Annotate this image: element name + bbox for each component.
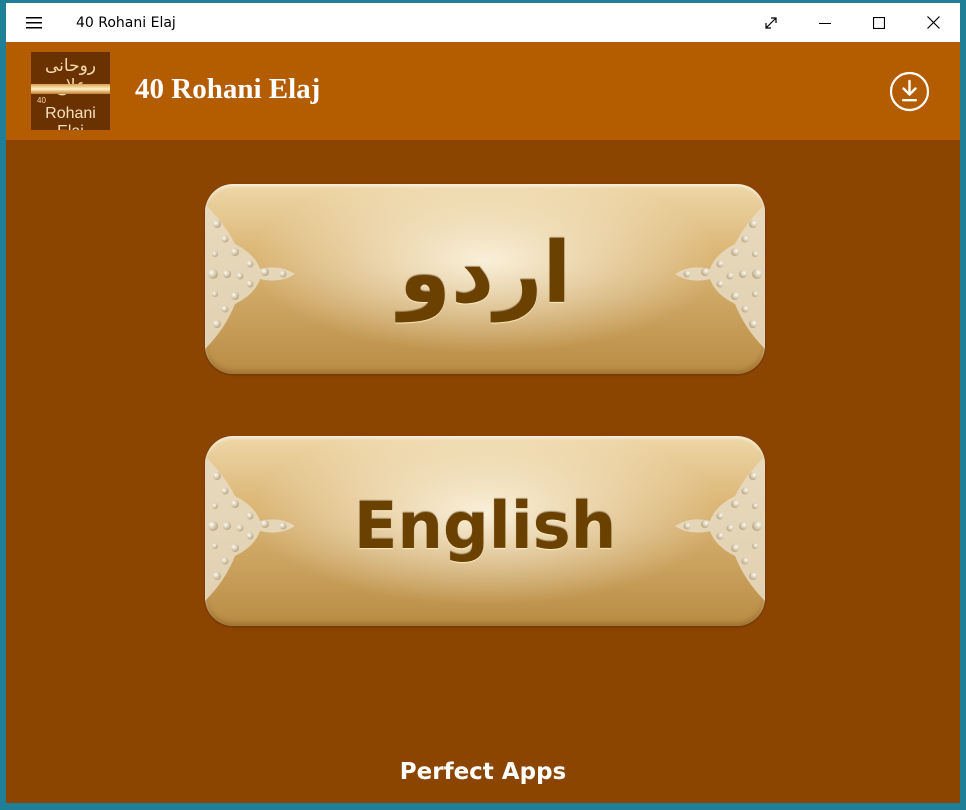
app-header: روحانی علاج 40 Rohani Elaj 40 Rohani Ela… xyxy=(6,42,960,140)
urdu-button[interactable]: اردو xyxy=(205,184,765,374)
download-icon[interactable] xyxy=(889,71,930,112)
title-bar: 40 Rohani Elaj xyxy=(6,3,960,42)
maximize-icon[interactable] xyxy=(852,3,906,42)
logo-stripe xyxy=(31,84,110,94)
english-button[interactable]: English xyxy=(205,436,765,626)
urdu-button-label: اردو xyxy=(398,224,572,322)
english-button-label: English xyxy=(353,490,617,564)
window-controls xyxy=(744,3,960,42)
footer-credit: Perfect Apps xyxy=(399,759,567,785)
close-icon[interactable] xyxy=(906,3,960,42)
app-title: 40 Rohani Elaj xyxy=(135,73,321,105)
logo-name: Rohani Elaj xyxy=(45,105,96,130)
logo-number: 40 xyxy=(37,96,46,105)
expand-icon[interactable] xyxy=(744,3,798,42)
hamburger-menu-icon[interactable] xyxy=(14,3,54,42)
app-window: 40 Rohani Elaj روحانی علاج 40 Rohani Ela… xyxy=(6,3,960,803)
minimize-icon[interactable] xyxy=(798,3,852,42)
window-title: 40 Rohani Elaj xyxy=(76,14,176,31)
app-logo: روحانی علاج 40 Rohani Elaj xyxy=(31,52,110,130)
